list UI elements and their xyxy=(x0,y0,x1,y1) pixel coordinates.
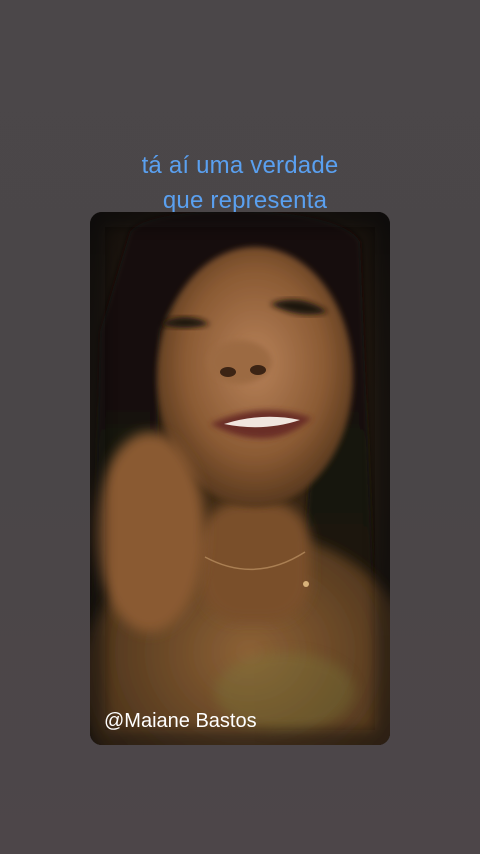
author-handle[interactable]: @Maiane Bastos xyxy=(104,709,257,733)
caption-line-1: tá aí uma verdade xyxy=(141,152,339,179)
video-frame-image xyxy=(90,212,390,745)
story-caption: tá aí uma verdade que representa xyxy=(0,148,480,218)
story-screen: tá aí uma verdade que representa @Maiane… xyxy=(0,0,480,854)
video-frame[interactable]: @Maiane Bastos xyxy=(90,212,390,745)
